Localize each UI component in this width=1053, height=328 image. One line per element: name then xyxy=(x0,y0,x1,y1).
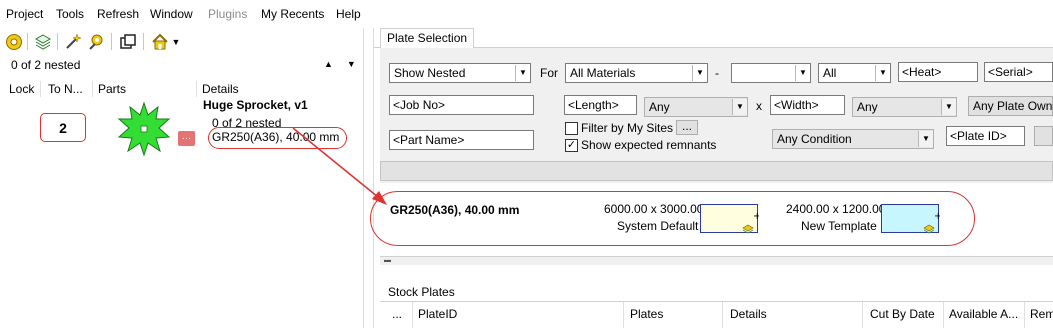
stock-column-available[interactable]: Available A... xyxy=(949,307,1018,321)
toolbar-separator xyxy=(143,33,144,50)
plate-selection-panel: Plate Selection Show Nested ▼ For All Ma… xyxy=(370,28,1053,328)
column-separator xyxy=(1024,302,1025,328)
sort-up-icon[interactable]: ▲ xyxy=(324,59,347,69)
browse-sites-button[interactable]: ... xyxy=(676,120,698,135)
condition-value: Any Condition xyxy=(777,132,852,146)
serial-field[interactable]: <Serial> xyxy=(984,62,1053,82)
chevron-down-icon: ▼ xyxy=(875,65,890,81)
home-icon[interactable] xyxy=(150,32,170,52)
stock-column-plates[interactable]: Plates xyxy=(630,307,663,321)
magic-wand-icon[interactable] xyxy=(63,32,83,52)
part-name-field[interactable]: <Part Name> xyxy=(389,130,534,150)
width-any-dropdown[interactable]: Any ▼ xyxy=(852,97,957,117)
chevron-down-icon: ▼ xyxy=(918,131,933,147)
nest-icon[interactable] xyxy=(4,32,24,52)
column-separator xyxy=(40,81,41,97)
column-separator xyxy=(623,302,624,328)
stock-plates-title: Stock Plates xyxy=(388,285,455,299)
show-mode-dropdown[interactable]: Show Nested ▼ xyxy=(389,63,531,83)
menu-help[interactable]: Help xyxy=(336,7,361,21)
all-value: All xyxy=(823,66,837,80)
menu-tools[interactable]: Tools xyxy=(56,7,84,21)
tab-plate-selection[interactable]: Plate Selection xyxy=(380,28,475,48)
show-mode-value: Show Nested xyxy=(394,66,466,80)
column-lock[interactable]: Lock xyxy=(9,82,34,96)
column-separator xyxy=(412,302,413,328)
toolbar-separator xyxy=(27,33,28,50)
condition-dropdown[interactable]: Any Condition ▼ xyxy=(772,129,934,149)
stock-plates-header: ... PlateID Plates Details Cut By Date A… xyxy=(380,301,1053,328)
toolbar-separator xyxy=(111,33,112,50)
plate-owner-button[interactable]: Any Plate Owner xyxy=(968,96,1053,116)
chevron-down-icon: ▼ xyxy=(795,65,810,81)
panel-divider[interactable] xyxy=(363,28,364,328)
stock-column-more[interactable]: ... xyxy=(392,307,402,321)
stock-column-cut-by-date[interactable]: Cut By Date xyxy=(870,307,935,321)
range-dash: - xyxy=(715,66,719,80)
menu-window[interactable]: Window xyxy=(150,7,193,21)
job-no-field[interactable]: <Job No> xyxy=(389,95,534,115)
menu-bar: Project Tools Refresh Window Plugins My … xyxy=(0,0,1053,28)
times-label: x xyxy=(756,99,762,113)
width-field[interactable]: <Width> xyxy=(770,95,845,115)
part-title: Huge Sprocket, v1 xyxy=(203,98,308,112)
chevron-down-icon: ▼ xyxy=(941,99,956,115)
plate-id-button[interactable] xyxy=(1034,126,1053,146)
length-field[interactable]: <Length> xyxy=(564,95,637,115)
show-remnants-label[interactable]: Show expected remnants xyxy=(581,138,716,152)
chevron-down-icon: ▼ xyxy=(732,99,747,115)
more-options-button[interactable]: … xyxy=(178,131,195,146)
template-area: GR250(A36), 40.00 mm 6000.00 x 3000.00 S… xyxy=(370,188,1053,263)
stock-column-plate-id[interactable]: PlateID xyxy=(418,307,457,321)
quantity-callout: 2 xyxy=(40,113,86,142)
column-separator xyxy=(943,302,944,328)
range-end-dropdown[interactable]: ▼ xyxy=(731,63,811,83)
chevron-down-icon: ▼ xyxy=(515,65,530,81)
plate-id-field[interactable]: <Plate ID> xyxy=(946,126,1025,146)
sprocket-thumbnail[interactable] xyxy=(116,101,172,157)
toolbar-separator xyxy=(57,33,58,50)
material-dropdown[interactable]: All Materials ▼ xyxy=(565,63,708,83)
show-remnants-checkbox[interactable]: ✓ xyxy=(565,139,578,152)
all-dropdown[interactable]: All ▼ xyxy=(818,63,891,83)
material-highlight-oval xyxy=(208,127,347,149)
column-details[interactable]: Details xyxy=(202,82,239,96)
layers-icon[interactable] xyxy=(33,32,53,52)
filter-my-sites-label[interactable]: Filter by My Sites xyxy=(581,121,673,135)
for-label: For xyxy=(540,66,558,80)
status-bar xyxy=(380,161,1053,181)
heat-field[interactable]: <Heat> xyxy=(898,62,978,82)
column-parts[interactable]: Parts xyxy=(98,82,126,96)
column-separator xyxy=(722,302,723,328)
stock-column-remnant[interactable]: Rem xyxy=(1030,307,1053,321)
stock-column-details[interactable]: Details xyxy=(730,307,767,321)
width-any-value: Any xyxy=(857,100,878,114)
menu-plugins[interactable]: Plugins xyxy=(208,7,247,21)
column-to-nest[interactable]: To N... xyxy=(48,82,83,96)
nested-summary: 0 of 2 nested xyxy=(11,58,81,72)
wizard-icon[interactable] xyxy=(86,32,106,52)
chevron-down-icon: ▼ xyxy=(692,65,707,81)
menu-project[interactable]: Project xyxy=(6,7,43,21)
splitter-handle[interactable]: ▬ xyxy=(380,256,1053,265)
column-separator xyxy=(196,81,197,97)
column-separator xyxy=(862,302,863,328)
length-any-value: Any xyxy=(649,100,670,114)
copy-icon[interactable] xyxy=(118,32,138,52)
collapse-icon[interactable]: ▬ xyxy=(384,257,391,264)
parts-toolbar: ▼ xyxy=(0,28,363,54)
sort-down-icon[interactable]: ▼ xyxy=(347,59,370,69)
length-any-dropdown[interactable]: Any ▼ xyxy=(644,97,748,117)
menu-refresh[interactable]: Refresh xyxy=(97,7,139,21)
column-separator xyxy=(92,81,93,97)
filter-my-sites-checkbox[interactable] xyxy=(565,122,578,135)
menu-my-recents[interactable]: My Recents xyxy=(261,7,324,21)
parts-panel: ▼ 0 of 2 nested ▲▼ Lock To N... Parts De… xyxy=(0,28,363,328)
template-highlight-oval xyxy=(370,191,975,246)
material-value: All Materials xyxy=(570,66,636,80)
chevron-down-icon[interactable]: ▼ xyxy=(170,32,182,52)
